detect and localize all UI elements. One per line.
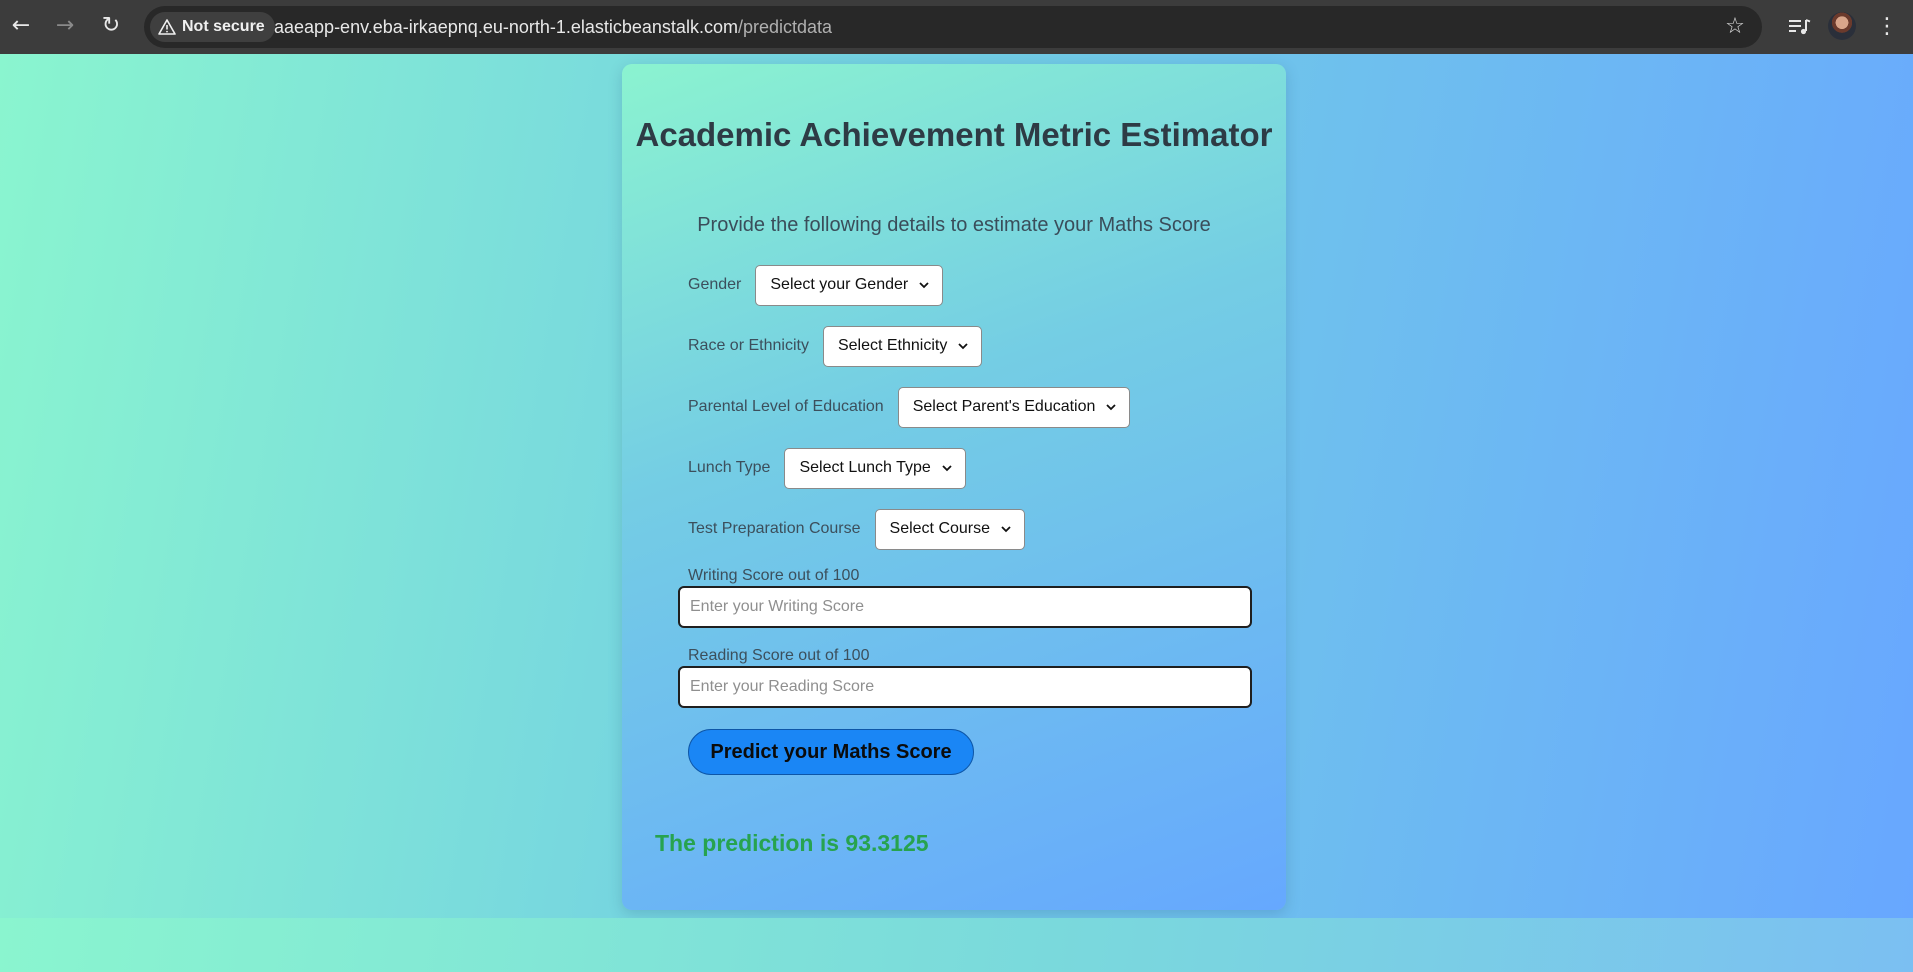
warning-icon [158,19,176,35]
page-background-lower [0,918,1913,972]
forward-icon[interactable]: → [50,11,80,41]
gender-label: Gender [688,276,742,293]
chevron-down-icon [942,465,952,472]
chevron-down-icon [1001,526,1011,533]
back-icon[interactable]: ← [6,11,36,41]
security-chip[interactable]: Not secure [150,12,275,42]
parent-education-label: Parental Level of Education [688,398,884,415]
lunch-label: Lunch Type [688,459,771,476]
page-background: Academic Achievement Metric Estimator Pr… [0,54,1913,918]
chevron-down-icon [958,343,968,350]
page-subtitle: Provide the following details to estimat… [697,214,1211,236]
form-card: Academic Achievement Metric Estimator Pr… [622,64,1286,910]
ethnicity-label: Race or Ethnicity [688,337,809,354]
gender-row: Gender Select your Gender [688,264,944,306]
url-host: aaeapp-env.eba-irkaepnq.eu-north-1.elast… [274,17,738,37]
test-prep-label: Test Preparation Course [688,520,861,537]
profile-avatar[interactable] [1828,12,1856,40]
page-title: Academic Achievement Metric Estimator [635,116,1273,153]
test-prep-select[interactable]: Select Course [874,508,1026,550]
ethnicity-select[interactable]: Select Ethnicity [822,325,983,367]
ethnicity-selected: Select Ethnicity [837,337,948,354]
writing-score-input[interactable] [678,586,1252,628]
reading-score-label: Reading Score out of 100 [688,647,870,664]
ethnicity-row: Race or Ethnicity Select Ethnicity [688,325,983,367]
chevron-down-icon [1106,404,1117,411]
parent-education-select[interactable]: Select Parent's Education [897,386,1131,428]
lunch-selected: Select Lunch Type [799,459,931,476]
writing-score-label: Writing Score out of 100 [688,567,860,584]
browser-toolbar: ← → ↻ Not secure aaeapp-env.eba-irkaepnq… [0,0,1913,54]
lunch-select[interactable]: Select Lunch Type [784,447,966,489]
reading-score-input[interactable] [678,666,1252,708]
parent-education-selected: Select Parent's Education [912,398,1096,415]
gender-select[interactable]: Select your Gender [755,264,944,306]
url-text[interactable]: aaeapp-env.eba-irkaepnq.eu-north-1.elast… [274,6,832,48]
reload-icon[interactable]: ↻ [96,11,126,41]
predict-button[interactable]: Predict your Maths Score [688,729,974,775]
lunch-row: Lunch Type Select Lunch Type [688,447,966,489]
test-prep-row: Test Preparation Course Select Course [688,508,1026,550]
media-icon[interactable] [1784,12,1814,42]
security-label: Not secure [182,18,265,35]
address-bar[interactable]: Not secure aaeapp-env.eba-irkaepnq.eu-no… [144,6,1762,48]
test-prep-selected: Select Course [889,520,991,537]
star-icon[interactable]: ☆ [1722,14,1748,40]
prediction-result: The prediction is 93.3125 [655,830,929,856]
menu-icon[interactable]: ⋮ [1872,12,1902,42]
url-path: /predictdata [737,17,833,37]
chevron-down-icon [919,282,929,289]
parent-education-row: Parental Level of Education Select Paren… [688,386,1131,428]
gender-selected: Select your Gender [770,276,909,293]
